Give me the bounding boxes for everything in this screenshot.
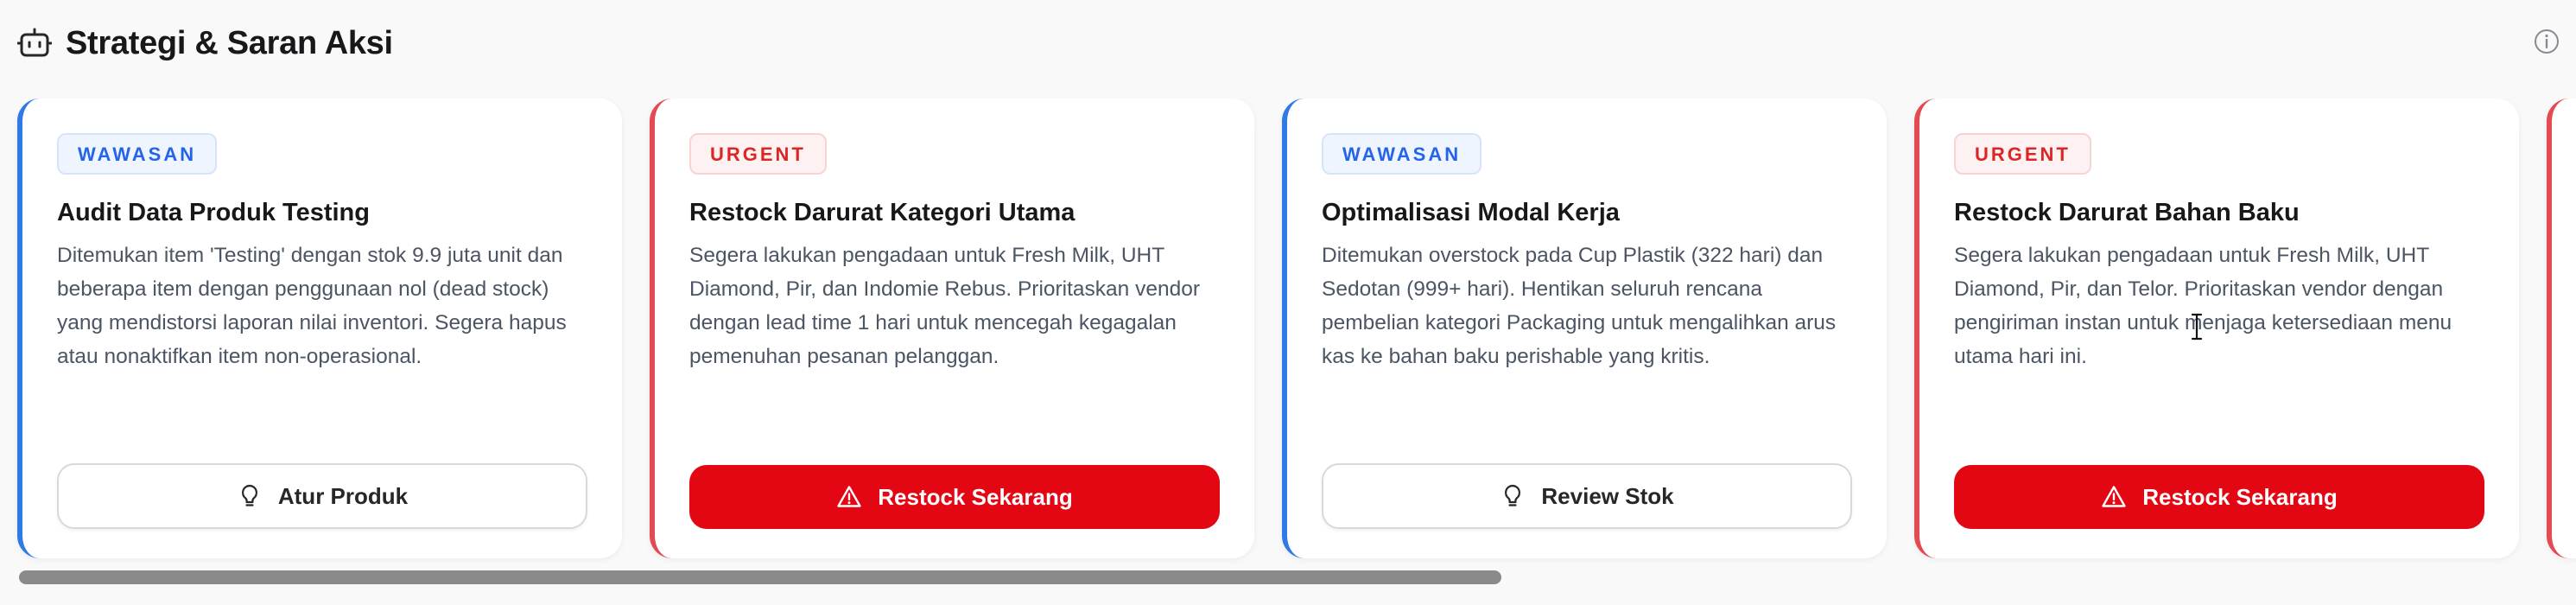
- card-description: Ditemukan item 'Testing' dengan stok 9.9…: [57, 244, 567, 368]
- button-label: Restock Sekarang: [2142, 483, 2338, 510]
- card-description: Segera lakukan pengadaan untuk Fresh Mil…: [1954, 244, 2452, 368]
- button-label: Restock Sekarang: [878, 483, 1073, 510]
- warning-icon: [837, 486, 861, 507]
- text-cursor-icon: [2191, 313, 2203, 341]
- warning-icon: [2102, 486, 2126, 507]
- atur-produk-button[interactable]: Atur Produk: [57, 463, 587, 529]
- insight-card: WAWASAN Audit Data Produk Testing Ditemu…: [17, 99, 622, 558]
- info-icon[interactable]: [2533, 28, 2560, 55]
- horizontal-scrollbar[interactable]: [19, 570, 1501, 584]
- robot-icon: [17, 28, 52, 57]
- urgent-badge: URGENT: [1954, 133, 2091, 175]
- button-label: Review Stok: [1541, 482, 1674, 509]
- restock-sekarang-button[interactable]: Restock Sekarang: [689, 465, 1220, 529]
- lightbulb-icon: [1505, 484, 1521, 506]
- insight-badge: WAWASAN: [1322, 133, 1482, 175]
- lightbulb-icon: [241, 484, 257, 506]
- urgent-badge: URGENT: [689, 133, 827, 175]
- urgent-card: URGENT Restock Darurat Bahan Baku Segera…: [1914, 99, 2519, 558]
- restock-sekarang-button[interactable]: Restock Sekarang: [1954, 465, 2484, 529]
- card-description: Segera lakukan pengadaan untuk Fresh Mil…: [689, 244, 1201, 368]
- section-title: Strategi & Saran Aksi: [66, 25, 393, 61]
- card-description: Ditemukan overstock pada Cup Plastik (32…: [1322, 244, 1837, 368]
- urgent-card: URGENT Restock Darurat Kategori Utama Se…: [650, 99, 1254, 558]
- partial-card: [2547, 99, 2576, 558]
- section-header: Strategi & Saran Aksi: [0, 0, 2576, 86]
- insight-badge: WAWASAN: [57, 133, 218, 175]
- card-title: Optimalisasi Modal Kerja: [1322, 199, 1620, 226]
- review-stok-button[interactable]: Review Stok: [1322, 463, 1852, 529]
- card-title: Restock Darurat Bahan Baku: [1954, 199, 2300, 226]
- card-title: Restock Darurat Kategori Utama: [689, 199, 1075, 226]
- card-title: Audit Data Produk Testing: [57, 199, 370, 226]
- button-label: Atur Produk: [277, 482, 409, 509]
- insight-card: WAWASAN Optimalisasi Modal Kerja Ditemuk…: [1282, 99, 1887, 558]
